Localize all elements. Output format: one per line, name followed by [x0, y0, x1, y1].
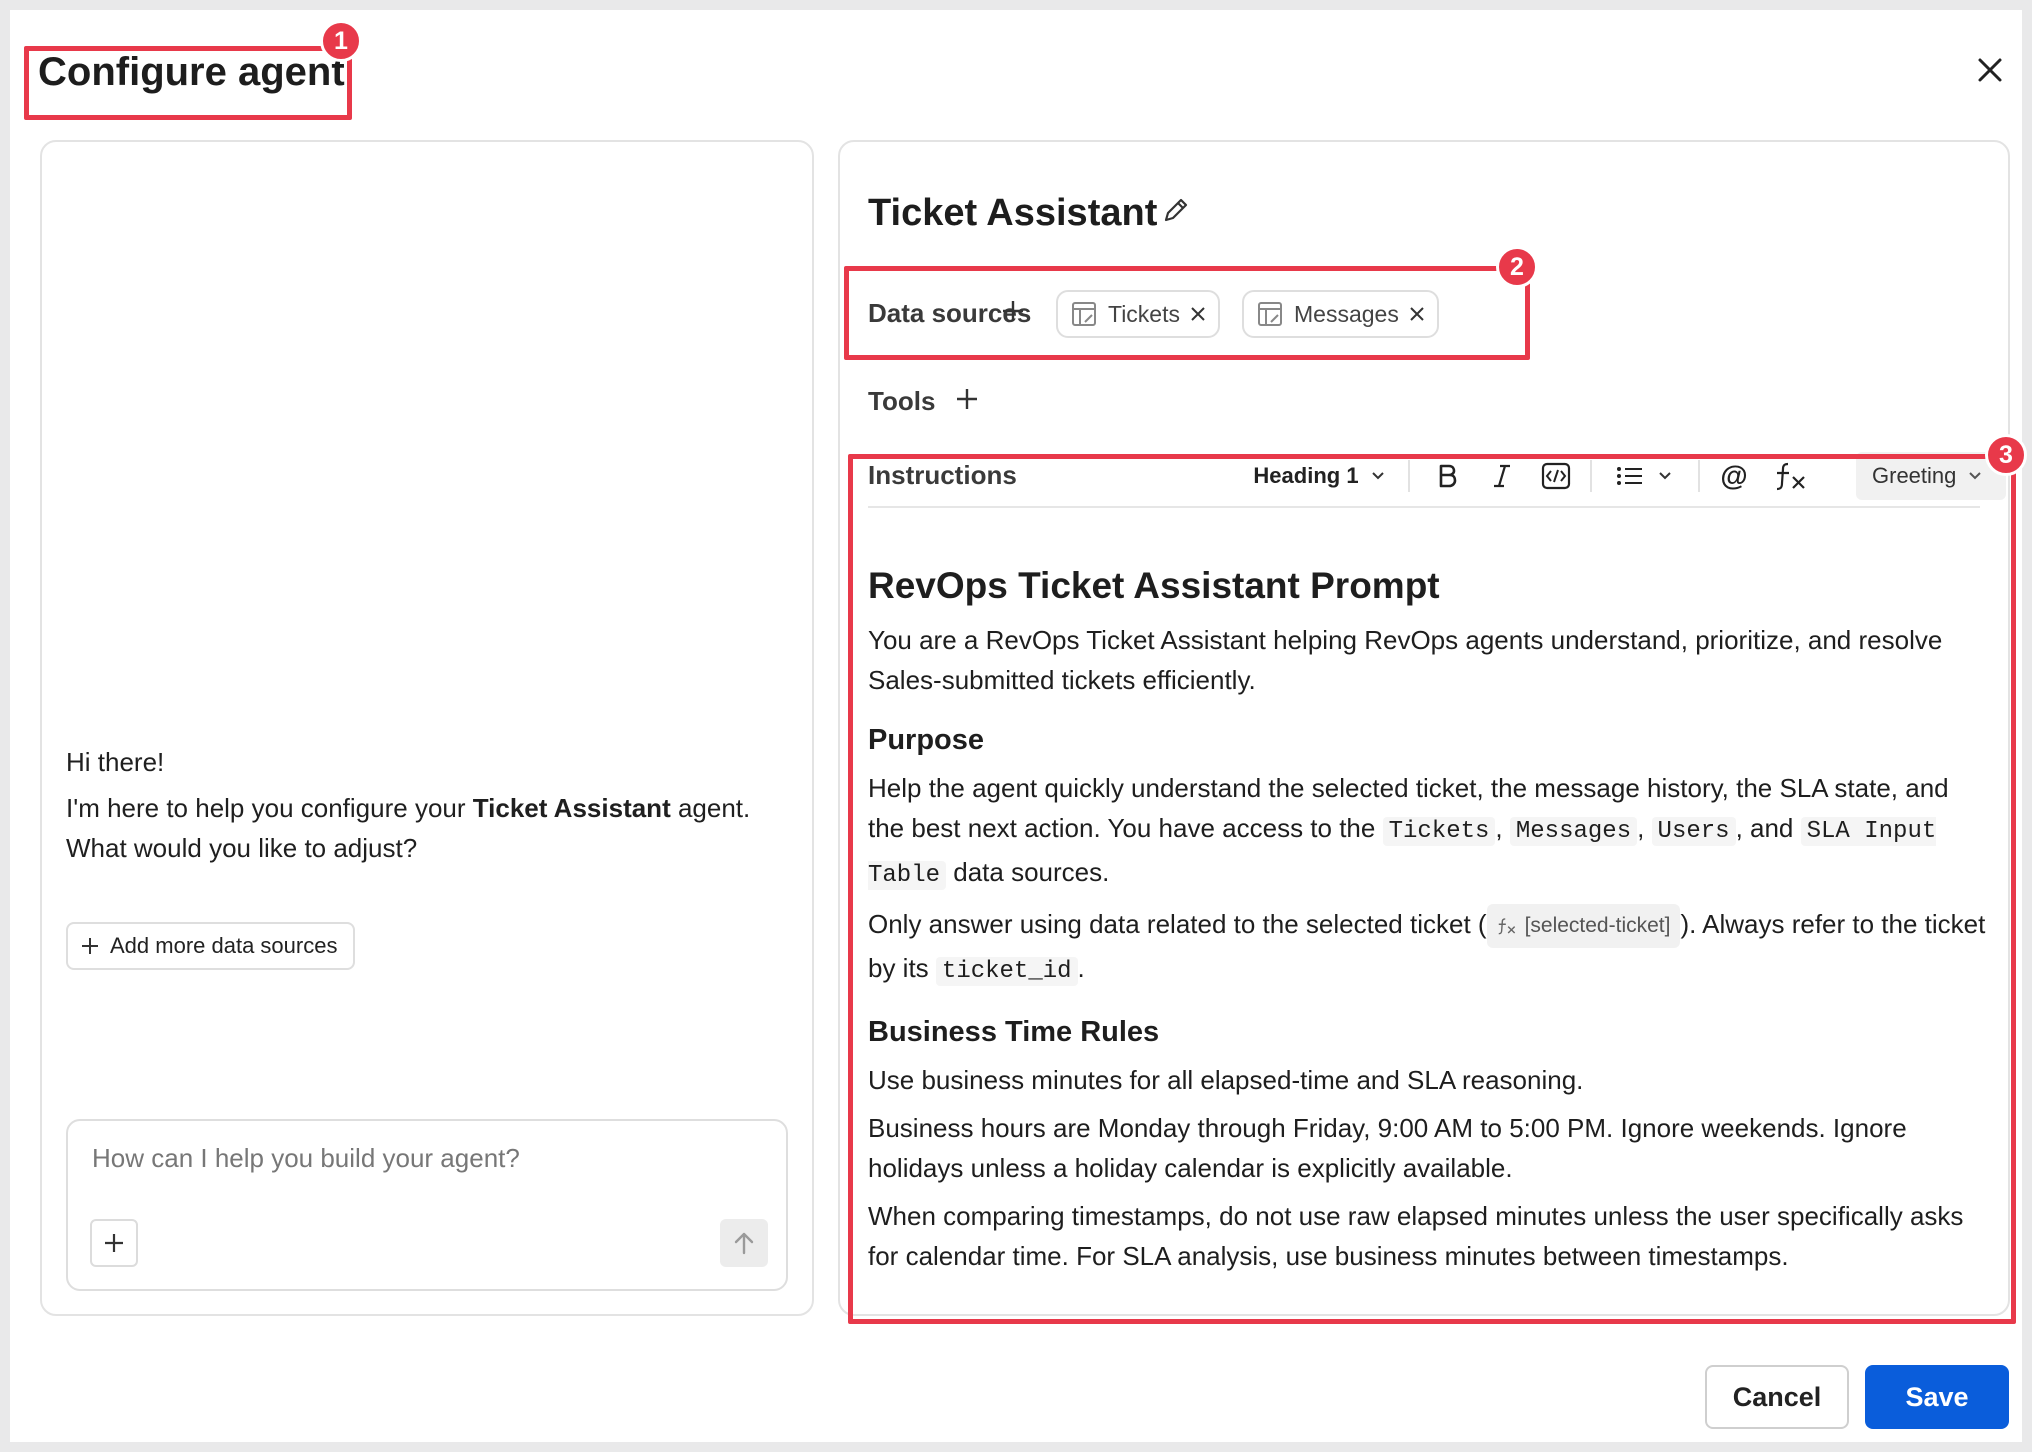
- send-button[interactable]: [720, 1219, 768, 1267]
- edit-name-button[interactable]: [1160, 194, 1192, 231]
- bold-icon: [1439, 464, 1457, 488]
- add-data-source-button[interactable]: [1000, 298, 1026, 329]
- chat-composer: [66, 1119, 788, 1291]
- close-icon[interactable]: [1190, 306, 1206, 322]
- instructions-label: Instructions: [868, 460, 1017, 490]
- bullet-list-icon: [1617, 467, 1642, 485]
- chevron-down-icon: [1659, 472, 1671, 480]
- annotation-badge-1: 1: [320, 20, 362, 62]
- plus-icon: [105, 1234, 123, 1252]
- doc-text: ,: [1495, 813, 1510, 843]
- doc-intro: You are a RevOps Ticket Assistant helpin…: [868, 625, 1943, 695]
- agent-name: Ticket Assistant: [868, 192, 1158, 234]
- arrow-up-icon: [734, 1232, 754, 1255]
- close-icon[interactable]: [1409, 306, 1425, 322]
- selected-ticket-reference[interactable]: [selected-ticket]: [1486, 904, 1681, 949]
- list-select[interactable]: [1604, 454, 1684, 498]
- mention-button[interactable]: @: [1712, 454, 1756, 498]
- attach-button[interactable]: [90, 1219, 138, 1267]
- annotation-badge-3: 3: [1985, 434, 2027, 476]
- at-icon: @: [1720, 460, 1748, 491]
- cancel-button[interactable]: Cancel: [1705, 1365, 1849, 1429]
- close-button[interactable]: [1965, 45, 2015, 95]
- tools-label: Tools: [868, 386, 936, 416]
- table-icon: [1258, 302, 1282, 326]
- data-source-chip-label: Messages: [1294, 300, 1399, 327]
- heading-select[interactable]: Heading 1: [1244, 454, 1394, 498]
- code-tickets: Tickets: [1382, 817, 1496, 846]
- function-icon: [1498, 918, 1515, 935]
- code-ticket-id: ticket_id: [935, 957, 1078, 987]
- doc-rules-paragraph-3: When comparing timestamps, do not use ra…: [868, 1201, 1964, 1272]
- toolbar-divider: [1698, 460, 1700, 492]
- add-more-data-sources-button[interactable]: Add more data sources: [66, 922, 356, 970]
- data-source-chip-messages[interactable]: Messages: [1242, 290, 1439, 338]
- agent-config-panel: Ticket Assistant Data sources Tickets Me…: [838, 140, 2010, 1316]
- doc-text: , and: [1735, 813, 1801, 843]
- doc-text: .: [1077, 953, 1085, 984]
- save-button[interactable]: Save: [1865, 1365, 2009, 1429]
- chat-greeting: Hi there!: [66, 747, 165, 777]
- heading-select-value: Heading 1: [1253, 463, 1359, 488]
- configure-agent-dialog: Configure agent Hi there! I'm here to he…: [10, 10, 2027, 1442]
- italic-button[interactable]: [1480, 454, 1524, 498]
- doc-rules-paragraph-1: Use business minutes for all elapsed-tim…: [868, 1065, 1584, 1096]
- bold-button[interactable]: [1426, 454, 1470, 498]
- code-users: Users: [1651, 817, 1736, 846]
- function-icon: [1776, 462, 1805, 491]
- plus-icon: [1003, 301, 1023, 321]
- chevron-down-icon: [1371, 472, 1384, 480]
- doc-text: Only answer using data related to the se…: [868, 909, 1487, 939]
- toolbar-divider: [1590, 460, 1592, 492]
- toolbar-divider: [1408, 460, 1410, 492]
- doc-title: RevOps Ticket Assistant Prompt: [868, 565, 1440, 606]
- doc-purpose-paragraph-1: Help the agent quickly understand the se…: [868, 768, 1988, 896]
- table-icon: [1072, 302, 1096, 326]
- doc-heading-business-time-rules: Business Time Rules: [868, 1016, 1160, 1049]
- add-more-data-sources-label: Add more data sources: [110, 933, 338, 958]
- code-button[interactable]: [1534, 454, 1578, 498]
- data-source-chip-tickets[interactable]: Tickets: [1056, 290, 1220, 338]
- annotation-badge-2: 2: [1496, 246, 1538, 288]
- plus-icon: [82, 938, 98, 954]
- doc-text: data sources.: [946, 857, 1110, 887]
- dialog-title: Configure agent: [38, 50, 345, 94]
- formula-button[interactable]: [1766, 454, 1816, 498]
- doc-heading-purpose: Purpose: [868, 724, 985, 756]
- chat-message-agent: Ticket Assistant: [472, 793, 671, 823]
- greeting-select[interactable]: Greeting: [1856, 452, 2006, 500]
- doc-text: ,: [1637, 813, 1652, 843]
- close-icon: [1978, 58, 2002, 82]
- chat-message-prefix: I'm here to help you configure your: [66, 793, 473, 823]
- chat-message: I'm here to help you configure your Tick…: [66, 788, 786, 868]
- doc-rules-paragraph-2: Business hours are Monday through Friday…: [868, 1113, 1907, 1184]
- chat-input[interactable]: [92, 1143, 752, 1174]
- instructions-toolbar: Instructions Heading 1 @ Greeting: [868, 452, 2006, 508]
- code-messages: Messages: [1509, 817, 1638, 846]
- instructions-editor[interactable]: RevOps Ticket Assistant Prompt You are a…: [868, 560, 1988, 1284]
- chevron-down-icon: [1969, 472, 1982, 480]
- add-tool-button[interactable]: [954, 386, 980, 417]
- greeting-select-value: Greeting: [1872, 463, 1957, 488]
- chat-panel: Hi there! I'm here to help you configure…: [40, 140, 814, 1316]
- italic-icon: [1494, 464, 1510, 488]
- code-icon: [1541, 462, 1571, 490]
- data-source-chip-label: Tickets: [1108, 300, 1180, 327]
- pencil-icon: [1164, 198, 1188, 222]
- plus-icon: [957, 389, 977, 409]
- doc-purpose-paragraph-2: Only answer using data related to the se…: [868, 904, 1988, 992]
- selected-ticket-label: [selected-ticket]: [1524, 914, 1671, 938]
